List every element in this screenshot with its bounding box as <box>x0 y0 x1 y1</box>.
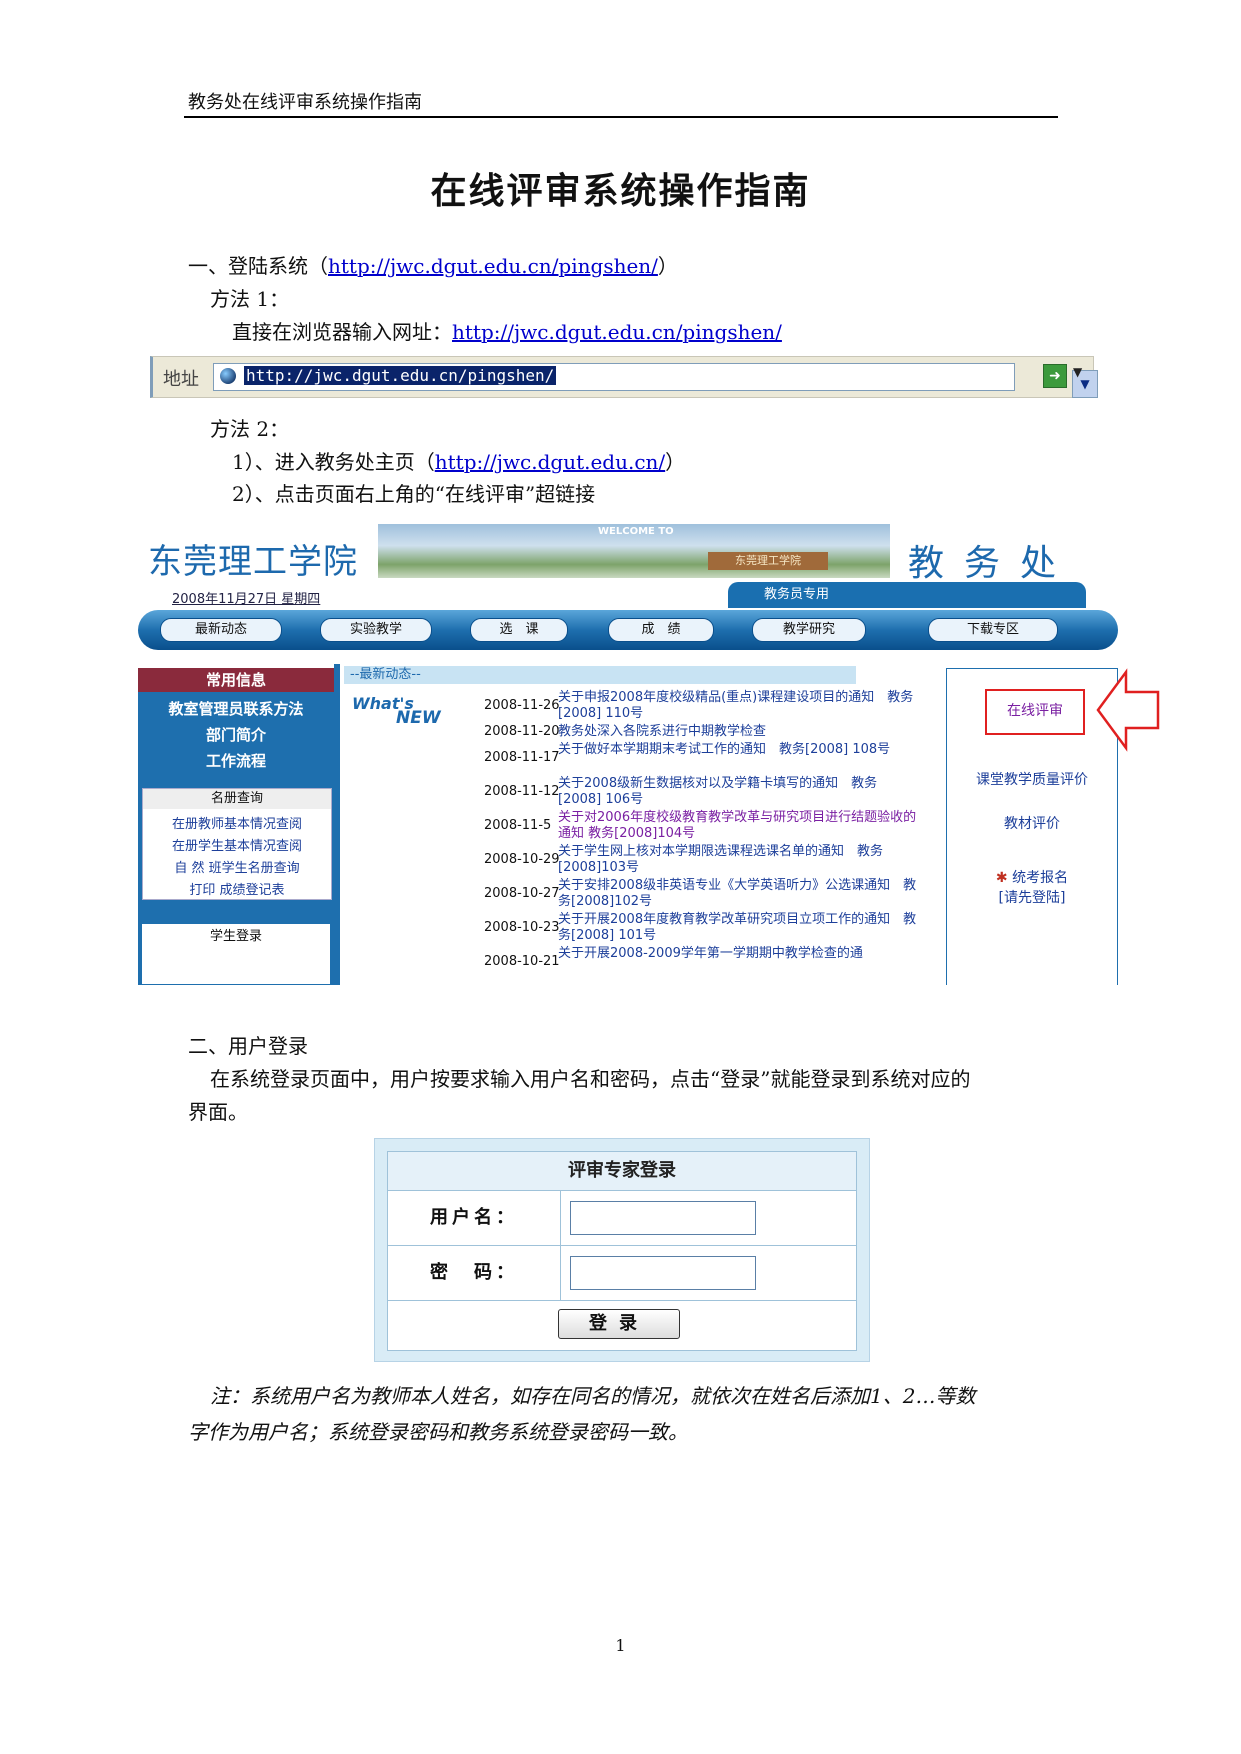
news-date: 2008-11-5 <box>484 818 552 833</box>
jwc-homepage-screenshot: 东莞理工学院 WELCOME TO 东莞理工学院 教务处 2008年11月27日… <box>138 520 1118 985</box>
jwc-home-link[interactable]: http://jwc.dgut.edu.cn/ <box>435 450 665 474</box>
login-button[interactable]: 登录 <box>558 1309 680 1339</box>
news-title[interactable]: 关于学生网上核对本学期限选课程选课名单的通知 教务[2008]103号 <box>558 844 918 876</box>
roster-query-box: 名册查询 在册教师基本情况查阅 在册学生基本情况查阅 自 然 班学生名册查询 打… <box>142 788 332 900</box>
nav-course-select[interactable]: 选 课 <box>470 618 568 642</box>
section2-paragraph: 在系统登录页面中，用户按要求输入用户名和密码，点击“登录”就能登录到系统对应的 <box>210 1067 971 1091</box>
method1-instruction-text: 直接在浏览器输入网址： <box>232 320 452 344</box>
roster-query-heading: 名册查询 <box>143 789 331 809</box>
login-title: 评审专家登录 <box>388 1152 856 1191</box>
method2-step1: 1）、进入教务处主页（http://jwc.dgut.edu.cn/） <box>232 446 685 475</box>
news-date: 2008-10-29 <box>484 852 560 867</box>
roster-link-students[interactable]: 在册学生基本情况查阅 <box>143 835 331 854</box>
news-title[interactable]: 关于开展2008-2009学年第一学期期中教学检查的通 <box>558 946 918 962</box>
news-title[interactable]: 关于安排2008级非英语专业《大学英语听力》公选课通知 教务[2008]102号 <box>558 878 918 910</box>
username-input[interactable] <box>570 1201 756 1235</box>
exam-icon: ✱ <box>995 870 1008 886</box>
news-title[interactable]: 关于对2006年度校级教育教学改革与研究项目进行结题验收的通知 教务[2008]… <box>558 810 918 842</box>
nav-latest[interactable]: 最新动态 <box>160 618 282 642</box>
note-line-2: 字作为用户名；系统登录密码和教务系统登录密码一致。 <box>188 1420 688 1444</box>
site-nav-bar: 最新动态 实验教学 选 课 成 绩 教学研究 下载专区 <box>138 610 1118 650</box>
news-date: 2008-10-21 <box>484 954 560 969</box>
nav-grades[interactable]: 成 绩 <box>608 618 714 642</box>
exam-signup-label: 统考报名 <box>1012 870 1069 886</box>
online-review-link[interactable]: 在线评审 <box>985 689 1085 735</box>
go-arrow-icon[interactable]: ➜ <box>1043 364 1067 388</box>
common-info-heading: 常用信息 <box>138 668 334 692</box>
nav-research[interactable]: 教学研究 <box>752 618 866 642</box>
dropdown-arrow-icon[interactable]: ▼ <box>1073 365 1082 379</box>
address-input[interactable]: http://jwc.dgut.edu.cn/pingshen/ ▼ <box>213 363 1098 398</box>
news-date: 2008-10-27 <box>484 886 560 901</box>
news-title[interactable]: 关于申报2008年度校级精品(重点)课程建设项目的通知 教务[2008] 110… <box>558 690 918 722</box>
site-date: 2008年11月27日 星期四 <box>172 592 321 607</box>
site-logo: 东莞理工学院 <box>148 542 358 582</box>
password-label: 密 码： <box>388 1246 561 1300</box>
step1-text: 1）、进入教务处主页（ <box>232 450 435 474</box>
nav-downloads[interactable]: 下载专区 <box>928 618 1058 642</box>
banner-welcome-text: WELCOME TO <box>598 526 674 537</box>
left-link-dept-intro[interactable]: 部门简介 <box>138 724 334 745</box>
address-label: 地址 <box>163 369 199 390</box>
expert-login-panel: 评审专家登录 用户名： 密 码： 登录 <box>374 1138 870 1362</box>
password-input[interactable] <box>570 1256 756 1290</box>
nav-lab[interactable]: 实验教学 <box>320 618 432 642</box>
method1-instruction: 直接在浏览器输入网址：http://jwc.dgut.edu.cn/pingsh… <box>232 316 782 345</box>
section1-heading-close: ） <box>657 254 678 278</box>
pingshen-link[interactable]: http://jwc.dgut.edu.cn/pingshen/ <box>328 254 658 278</box>
section1-heading: 一、登陆系统（http://jwc.dgut.edu.cn/pingshen/） <box>188 250 678 279</box>
direct-url-link[interactable]: http://jwc.dgut.edu.cn/pingshen/ <box>452 320 782 344</box>
step1-close: ） <box>665 450 686 474</box>
teaching-quality-link[interactable]: 课堂教学质量评价 <box>947 769 1117 789</box>
username-label: 用户名： <box>388 1191 561 1245</box>
page-icon <box>220 368 236 384</box>
method2-label: 方法 2： <box>210 417 290 441</box>
news-title[interactable]: 教务处深入各院系进行中期教学检查 <box>558 724 918 740</box>
address-url-text: http://jwc.dgut.edu.cn/pingshen/ <box>244 366 557 385</box>
roster-link-teachers[interactable]: 在册教师基本情况查阅 <box>143 813 331 832</box>
document-title: 在线评审系统操作指南 <box>430 171 811 212</box>
news-date: 2008-11-12 <box>484 784 560 799</box>
news-date: 2008-10-23 <box>484 920 560 935</box>
roster-link-print-grades[interactable]: 打印 成绩登记表 <box>143 879 331 898</box>
section2-heading: 二、用户登录 <box>188 1034 308 1058</box>
password-row: 密 码： <box>388 1246 856 1301</box>
staff-only-tab[interactable]: 教务员专用 <box>728 582 1086 608</box>
method1-label: 方法 1： <box>210 287 290 311</box>
news-date: 2008-11-26 <box>484 698 560 713</box>
textbook-eval-link[interactable]: 教材评价 <box>947 813 1117 833</box>
news-title[interactable]: 关于2008级新生数据核对以及学籍卡填写的通知 教务[2008] 106号 <box>558 776 918 808</box>
roster-link-class[interactable]: 自 然 班学生名册查询 <box>143 857 331 876</box>
browser-address-bar: 地址 http://jwc.dgut.edu.cn/pingshen/ ▼ ➜ … <box>150 356 1098 398</box>
username-row: 用户名： <box>388 1191 856 1246</box>
site-banner: WELCOME TO 东莞理工学院 <box>378 524 890 578</box>
method2-step2: 2）、点击页面右上角的“在线评审”超链接 <box>232 482 596 506</box>
news-title[interactable]: 关于做好本学期期末考试工作的通知 教务[2008] 108号 <box>558 742 918 758</box>
header-rule <box>184 116 1058 118</box>
site-dept-name: 教务处 <box>908 543 1077 584</box>
note-line-1: 注：系统用户名为教师本人姓名，如存在同名的情况，就依次在姓名后添加1、2…等数 <box>210 1384 976 1408</box>
running-header: 教务处在线评审系统操作指南 <box>188 92 422 113</box>
left-arrow-icon <box>1096 668 1160 752</box>
news-date: 2008-11-20 <box>484 724 560 739</box>
exam-signup-link[interactable]: ✱ 统考报名 <box>947 867 1117 887</box>
news-date: 2008-11-17 <box>484 750 560 765</box>
site-news-panel: --最新动态-- What's NEW 2008-11-26 关于申报2008年… <box>334 664 954 985</box>
site-left-panel: 常用信息 教室管理员联系方法 部门简介 工作流程 名册查询 在册教师基本情况查阅… <box>138 668 334 985</box>
site-right-panel: 在线评审 课堂教学质量评价 教材评价 ✱ 统考报名 [请先登陆] <box>946 668 1118 985</box>
left-link-room-admin[interactable]: 教室管理员联系方法 <box>138 698 334 719</box>
news-heading: --最新动态-- <box>344 666 856 684</box>
news-title[interactable]: 关于开展2008年度教育教学改革研究项目立项工作的通知 教务[2008] 101… <box>558 912 918 944</box>
section1-heading-text: 一、登陆系统（ <box>188 254 328 278</box>
left-link-workflow[interactable]: 工作流程 <box>138 750 334 771</box>
banner-sign: 东莞理工学院 <box>708 552 828 570</box>
page-number: 1 <box>615 1636 626 1655</box>
new-badge: NEW <box>396 708 441 728</box>
login-form: 评审专家登录 用户名： 密 码： 登录 <box>387 1151 857 1351</box>
student-login-link[interactable]: 学生登录 <box>142 924 330 984</box>
exam-signup-note: [请先登陆] <box>998 890 1066 906</box>
section2-paragraph-cont: 界面。 <box>188 1100 248 1124</box>
